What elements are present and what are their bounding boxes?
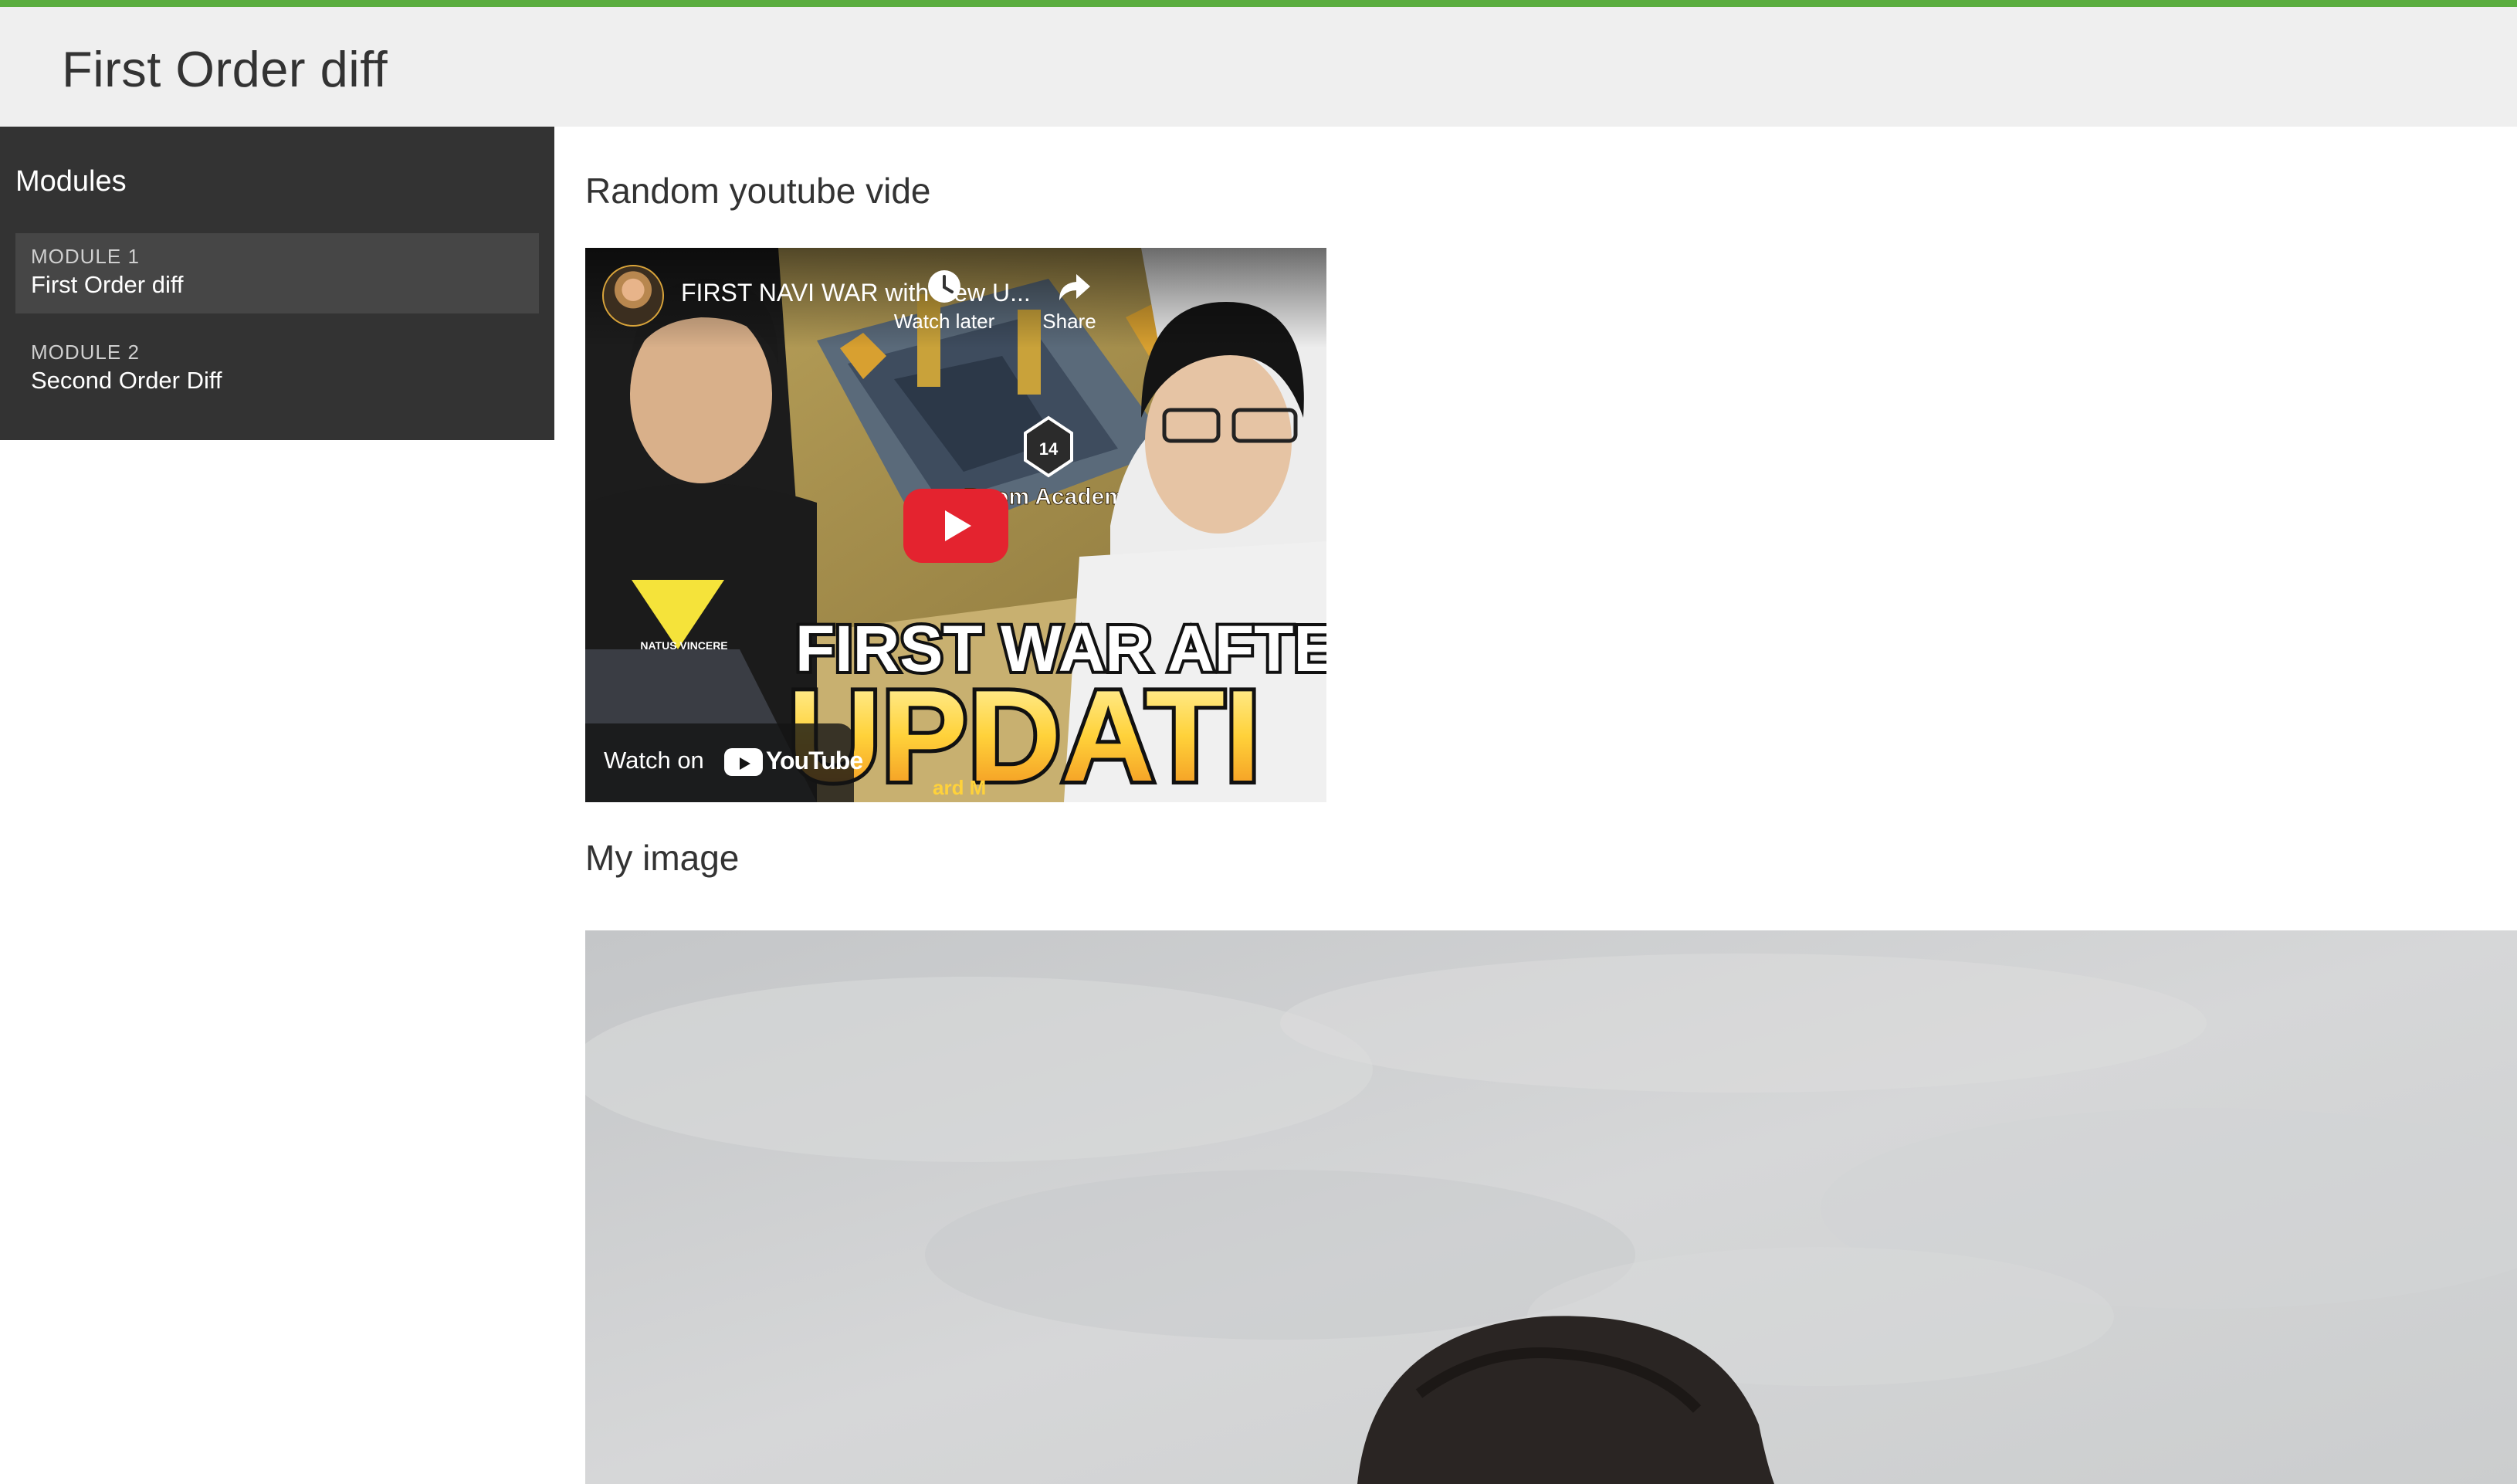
my-image xyxy=(585,930,2517,1484)
sidebar-item-kicker: MODULE 2 xyxy=(31,341,140,364)
youtube-logo-text: YouTube xyxy=(766,747,863,774)
sidebar-item-module-2[interactable]: MODULE 2 Second Order Diff xyxy=(15,329,539,409)
watch-later-button[interactable]: Watch later xyxy=(886,266,1002,334)
youtube-embed[interactable]: 14 Boom Academy NATUS VINCERE FIRST WAR … xyxy=(585,248,1326,802)
sidebar-item-label: Second Order Diff xyxy=(31,367,222,394)
sidebar-heading: Modules xyxy=(15,165,127,198)
sidebar-item-kicker: MODULE 1 xyxy=(31,245,140,268)
share-label: Share xyxy=(1042,310,1096,333)
page: First Order diff Modules MODULE 1 First … xyxy=(0,0,2517,1484)
thumbnail-badge: 14 xyxy=(1039,439,1059,459)
sidebar: Modules MODULE 1 First Order diff MODULE… xyxy=(0,127,554,440)
share-button[interactable]: Share xyxy=(1011,266,1127,334)
main-content: Random youtube vide 14 Boom Academy NATU… xyxy=(554,127,2517,1484)
sidebar-item-module-1[interactable]: MODULE 1 First Order diff xyxy=(15,233,539,313)
watch-on-label: Watch on xyxy=(604,747,704,774)
channel-avatar[interactable] xyxy=(602,265,664,327)
clock-icon xyxy=(928,270,960,303)
photo xyxy=(585,930,2517,1484)
video-section-title: Random youtube vide xyxy=(585,171,931,211)
watch-later-label: Watch later xyxy=(893,310,995,333)
watch-on-youtube-link[interactable]: Watch on YouTube xyxy=(585,723,863,802)
page-title: First Order diff xyxy=(62,41,388,97)
thumbnail-headline-2: UPDATI xyxy=(788,663,1261,802)
thumbnail-corner-text: ard M xyxy=(933,776,986,799)
share-arrow-icon xyxy=(1059,274,1090,300)
youtube-logo-icon xyxy=(724,748,763,776)
sidebar-item-label: First Order diff xyxy=(31,271,184,298)
accent-bar xyxy=(0,0,2517,7)
image-section-title: My image xyxy=(585,838,740,878)
play-button[interactable] xyxy=(903,489,1008,563)
header: First Order diff xyxy=(0,7,2517,127)
